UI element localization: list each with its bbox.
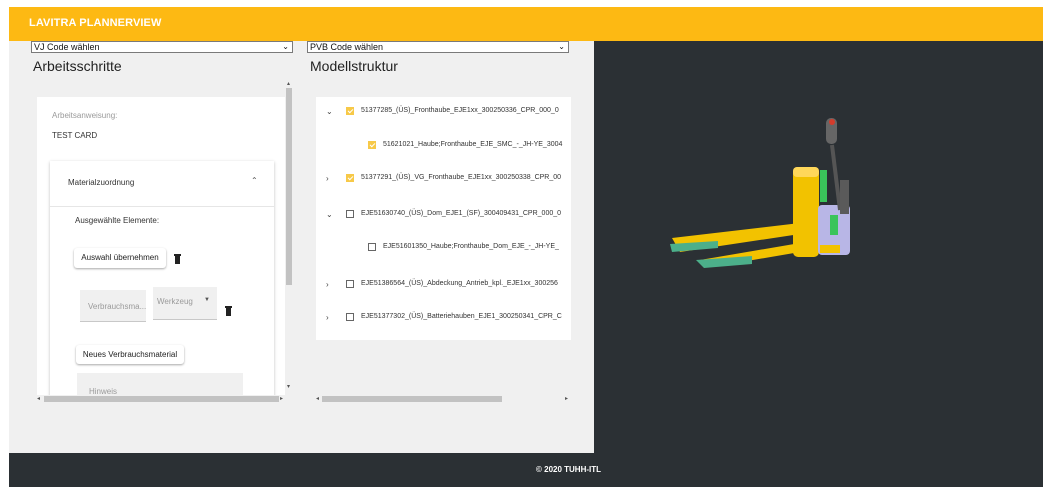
tree-item[interactable]: › EJE51377302_(ÜS)_Batteriehauben_EJE1_30… <box>316 310 571 326</box>
chevron-right-icon[interactable]: › <box>326 174 329 183</box>
app-title: LAVITRA PLANNERVIEW <box>29 17 162 29</box>
tree-item[interactable]: › 51377291_(ÜS)_VG_Fronthaube_EJE1xx_3002… <box>316 171 571 187</box>
scroll-down-arrow-icon[interactable]: ▾ <box>287 383 290 390</box>
tree-item-checkbox[interactable] <box>346 107 354 115</box>
tree-item-label: 51377291_(ÜS)_VG_Fronthaube_EJE1xx_30025… <box>361 174 562 181</box>
chevron-right-icon[interactable]: › <box>326 313 329 322</box>
tool-select[interactable]: Werkzeug ▼ <box>153 287 217 320</box>
dropdown-arrow-icon: ▼ <box>204 297 210 303</box>
tree-item-label: 51377285_(ÜS)_Fronthaube_EJE1xx_30025033… <box>361 107 559 114</box>
tree-item-checkbox[interactable] <box>368 141 376 149</box>
tree-item[interactable]: 51621021_Haube;Fronthaube_EJE_SMC_-_JH-Y… <box>316 138 571 154</box>
tree-item[interactable]: ⌄ 51377285_(ÜS)_Fronthaube_EJE1xx_3002503… <box>316 104 571 120</box>
model-tree: ⌄ 51377285_(ÜS)_Fronthaube_EJE1xx_3002503… <box>316 97 571 340</box>
material-assignment-header[interactable]: Materialzuordnung ⌃ <box>50 161 274 206</box>
left-vertical-scrollbar[interactable]: ▴ ▾ <box>285 80 294 398</box>
new-consumable-button[interactable]: Neues Verbrauchsmaterial <box>76 345 184 364</box>
work-steps-title: Arbeitsschritte <box>33 58 122 74</box>
model-structure-title: Modellstruktur <box>310 58 398 74</box>
chevron-down-icon: ⌄ <box>282 42 289 51</box>
left-horizontal-scrollbar[interactable]: ◂ ▸ <box>37 395 285 403</box>
tree-item-label: EJE51377302_(ÜS)_Batteriehauben_EJE1_300… <box>361 313 562 320</box>
tool-select-label: Werkzeug <box>157 297 193 306</box>
scroll-up-arrow-icon[interactable]: ▴ <box>287 80 290 87</box>
hint-input[interactable]: Hinweis <box>77 373 243 397</box>
scroll-left-arrow-icon[interactable]: ◂ <box>37 395 40 402</box>
delete-icon[interactable] <box>174 254 181 264</box>
tree-item-label: 51621021_Haube;Fronthaube_EJE_SMC_-_JH-Y… <box>383 141 563 148</box>
chevron-down-icon[interactable]: ⌄ <box>326 107 333 116</box>
scroll-right-arrow-icon[interactable]: ▸ <box>280 395 283 402</box>
pvb-code-select[interactable]: PVB Code wählen ⌄ <box>307 41 569 53</box>
chevron-down-icon[interactable]: ⌄ <box>326 210 333 219</box>
tree-item-checkbox[interactable] <box>346 210 354 218</box>
tree-item-checkbox[interactable] <box>346 280 354 288</box>
tree-item-checkbox[interactable] <box>346 313 354 321</box>
delete-icon[interactable] <box>225 306 232 316</box>
scroll-left-arrow-icon[interactable]: ◂ <box>316 395 319 402</box>
tree-item[interactable]: ⌄ EJE51630740_(ÜS)_Dom_EJE1_(SF)_30040943… <box>316 207 571 223</box>
horizontal-scroll-thumb[interactable] <box>44 396 279 402</box>
chevron-up-icon: ⌃ <box>251 176 258 185</box>
instruction-value: TEST CARD <box>52 131 98 140</box>
copyright-text: © 2020 TUHH-ITL <box>536 465 602 474</box>
tree-item-checkbox[interactable] <box>368 243 376 251</box>
material-assignment-panel: Materialzuordnung ⌃ Ausgewählte Elemente… <box>50 161 274 397</box>
vj-code-select[interactable]: VJ Code wählen ⌄ <box>31 41 293 53</box>
vj-code-select-value: VJ Code wählen <box>34 42 100 52</box>
pvb-code-select-value: PVB Code wählen <box>310 42 384 52</box>
horizontal-scroll-thumb[interactable] <box>322 396 502 402</box>
apply-selection-button[interactable]: Auswahl übernehmen <box>74 248 166 268</box>
tree-item-checkbox[interactable] <box>346 174 354 182</box>
chevron-down-icon: ⌄ <box>558 42 565 51</box>
consumable-input[interactable]: Verbrauchsma... <box>80 290 146 322</box>
material-assignment-title: Materialzuordnung <box>68 178 135 187</box>
pallet-truck-model[interactable] <box>660 110 860 270</box>
divider <box>50 206 274 207</box>
instruction-label: Arbeitsanweisung: <box>52 111 118 120</box>
work-step-card: Arbeitsanweisung: TEST CARD Materialzuor… <box>37 97 285 397</box>
tree-item-label: EJE51386564_(ÜS)_Abdeckung_Antrieb_kpl._… <box>361 280 558 287</box>
tree-item-label: EJE51630740_(ÜS)_Dom_EJE1_(SF)_300409431… <box>361 210 562 217</box>
tree-item[interactable]: EJE51601350_Haube;Fronthaube_Dom_EJE_-_J… <box>316 240 571 256</box>
top-app-bar: LAVITRA PLANNERVIEW <box>9 7 1043 41</box>
chevron-right-icon[interactable]: › <box>326 280 329 289</box>
scroll-right-arrow-icon[interactable]: ▸ <box>565 395 568 402</box>
consumable-placeholder: Verbrauchsma... <box>88 302 147 311</box>
vertical-scroll-thumb[interactable] <box>286 88 292 285</box>
tree-horizontal-scrollbar[interactable]: ◂ ▸ <box>316 395 571 403</box>
tree-item[interactable]: › EJE51386564_(ÜS)_Abdeckung_Antrieb_kpl.… <box>316 277 571 293</box>
selected-elements-label: Ausgewählte Elemente: <box>75 216 160 225</box>
tree-item-label: EJE51601350_Haube;Fronthaube_Dom_EJE_-_J… <box>383 243 559 250</box>
app-root: LAVITRA PLANNERVIEW VJ Code wählen ⌄ PVB… <box>0 0 1043 487</box>
footer-bar: © 2020 TUHH-ITL <box>9 453 1043 487</box>
